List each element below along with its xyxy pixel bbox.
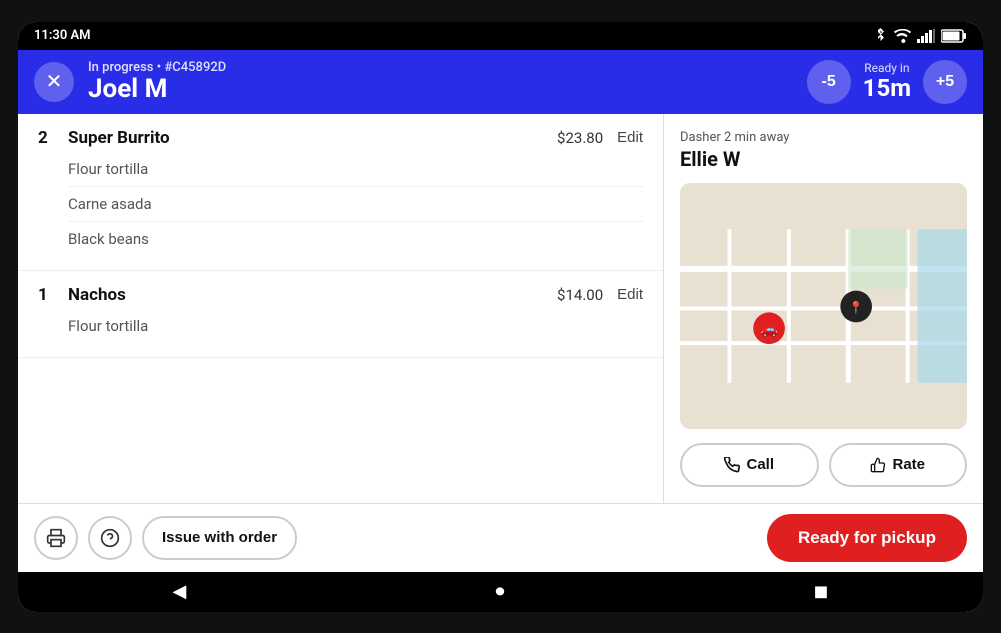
order-item-group: 1 Nachos $14.00 Edit Flour tortilla: [18, 271, 663, 358]
order-item-header: 1 Nachos $14.00 Edit: [38, 285, 643, 305]
svg-text:🚗: 🚗: [760, 322, 777, 338]
item-name: Super Burrito: [68, 128, 170, 148]
customer-name: Joel M: [88, 75, 226, 104]
bluetooth-icon: [874, 28, 887, 44]
call-button[interactable]: Call: [680, 443, 819, 487]
plus-time-button[interactable]: +5: [923, 60, 967, 104]
close-button[interactable]: ✕: [34, 62, 74, 102]
issue-button[interactable]: Issue with order: [142, 516, 297, 560]
right-panel: Dasher 2 min away Ellie W: [663, 114, 983, 503]
order-item-header: 2 Super Burrito $23.80 Edit: [38, 128, 643, 148]
order-list: 2 Super Burrito $23.80 Edit Flour tortil…: [18, 114, 663, 503]
bottom-left: Issue with order: [34, 516, 297, 560]
print-button[interactable]: [34, 516, 78, 560]
signal-icon: [917, 29, 935, 43]
edit-item-button[interactable]: Edit: [617, 129, 643, 146]
modifier-row: Flour tortilla: [68, 309, 643, 343]
dasher-eta: Dasher 2 min away: [680, 130, 967, 145]
item-qty: 1: [38, 285, 54, 305]
ready-label: Ready for pickup: [798, 528, 936, 547]
phone-icon: [724, 457, 740, 473]
edit-item-button[interactable]: Edit: [617, 286, 643, 303]
print-icon: [46, 528, 66, 548]
main-content: 2 Super Burrito $23.80 Edit Flour tortil…: [18, 114, 983, 503]
action-buttons: Call Rate: [680, 443, 967, 487]
map-container: 🚗 📍: [680, 183, 967, 429]
modifier-row: Carne asada: [68, 187, 643, 222]
dasher-info: Dasher 2 min away Ellie W: [680, 130, 967, 171]
header-title-area: In progress • #C45892D Joel M: [88, 60, 226, 104]
ready-in-display: Ready in 15m: [863, 61, 911, 101]
svg-text:📍: 📍: [849, 300, 864, 314]
back-nav-icon[interactable]: ◀: [173, 581, 187, 602]
modifier-row: Black beans: [68, 222, 643, 256]
map-svg: 🚗 📍: [680, 183, 967, 429]
rate-button[interactable]: Rate: [829, 443, 968, 487]
wifi-icon: [893, 29, 911, 43]
minus-time-button[interactable]: -5: [807, 60, 851, 104]
dasher-name: Ellie W: [680, 147, 967, 171]
recent-nav-icon[interactable]: ◼: [814, 581, 829, 602]
time-display: 11:30 AM: [34, 28, 91, 43]
status-bar: 11:30 AM: [18, 22, 983, 50]
item-modifiers: Flour tortilla Carne asada Black beans: [38, 148, 643, 256]
nav-bar: ◀ ⏺ ◼: [18, 572, 983, 612]
call-label: Call: [746, 456, 774, 473]
ready-for-pickup-button[interactable]: Ready for pickup: [767, 514, 967, 562]
order-item-left: 2 Super Burrito: [38, 128, 170, 148]
rate-icon: [870, 457, 886, 473]
rate-label: Rate: [892, 456, 925, 473]
help-icon: [100, 528, 120, 548]
battery-icon: [941, 29, 967, 43]
bottom-bar: Issue with order Ready for pickup: [18, 503, 983, 572]
order-item-group: 2 Super Burrito $23.80 Edit Flour tortil…: [18, 114, 663, 271]
order-item-left: 1 Nachos: [38, 285, 126, 305]
ready-in-label: Ready in: [863, 61, 911, 75]
header-left: ✕ In progress • #C45892D Joel M: [34, 60, 226, 104]
status-icons: [874, 28, 967, 44]
order-item-right: $14.00 Edit: [557, 286, 643, 304]
order-subtitle: In progress • #C45892D: [88, 60, 226, 75]
ready-in-time: 15m: [863, 75, 911, 101]
order-item-right: $23.80 Edit: [557, 129, 643, 147]
item-price: $23.80: [557, 129, 603, 147]
item-name: Nachos: [68, 285, 126, 305]
item-price: $14.00: [557, 286, 603, 304]
help-button[interactable]: [88, 516, 132, 560]
header: ✕ In progress • #C45892D Joel M -5 Ready…: [18, 50, 983, 114]
header-right: -5 Ready in 15m +5: [807, 60, 967, 104]
issue-label: Issue with order: [162, 529, 277, 546]
modifier-row: Flour tortilla: [68, 152, 643, 187]
item-qty: 2: [38, 128, 54, 148]
home-nav-icon[interactable]: ⏺: [495, 581, 504, 602]
item-modifiers: Flour tortilla: [38, 305, 643, 343]
